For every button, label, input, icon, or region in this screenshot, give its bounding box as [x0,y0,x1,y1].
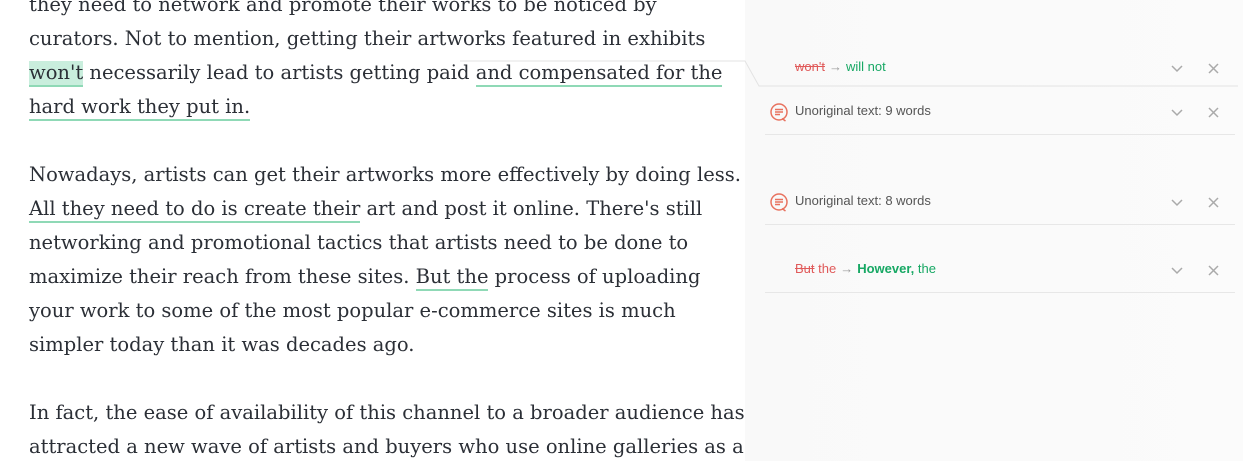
suggestion-card-however[interactable]: But the → However, the [765,248,1235,293]
original-word: won't [795,59,825,74]
text-line: simpler today than it was decades ago. [29,328,741,362]
close-icon[interactable] [1205,102,1223,122]
highlighted-phrase[interactable]: hard work they put in. [29,95,251,121]
text-segment: curators. Not to mention, getting their … [29,27,706,50]
text-segment: simpler today than it was decades ago. [29,333,415,356]
text-segment: In fact, the ease of availability of thi… [29,401,745,424]
suggestion-text: But the → However, the [795,261,936,276]
highlighted-phrase[interactable]: But the [415,265,489,291]
close-icon[interactable] [1205,192,1223,212]
chevron-down-icon[interactable] [1167,260,1187,280]
text-line: attracted a new wave of artists and buye… [29,430,745,464]
arrow-icon: → [828,59,842,74]
paragraph[interactable]: they need to network and promote their w… [29,0,723,124]
text-line: they need to network and promote their w… [29,0,722,22]
close-icon[interactable] [1205,260,1223,280]
text-segment: your work to some of the most popular e-… [29,299,676,322]
plagiarism-card-9-words[interactable]: Unoriginal text: 9 words [765,90,1235,135]
text-segment: Nowadays, artists can get their artworks… [29,163,741,186]
text-segment: art and post it online. There's still [360,197,703,220]
chevron-down-icon[interactable] [1167,102,1187,122]
paragraph[interactable]: Nowadays, artists can get their artworks… [29,158,741,362]
text-segment: maximize their reach from these sites. [29,265,416,288]
close-icon[interactable] [1205,58,1223,78]
text-line: curators. Not to mention, getting their … [29,22,722,56]
text-line: Nowadays, artists can get their artworks… [29,158,741,192]
replacement-word[interactable]: will not [846,59,886,74]
suggestions-sidebar: won't → will not Unoriginal text: 9 words … [728,0,1243,461]
paragraph[interactable]: In fact, the ease of availability of thi… [29,396,745,464]
suggestion-card-wont[interactable]: won't → will not [765,46,1235,90]
plagiarism-label: Unoriginal text: 8 words [795,193,931,208]
replacement-context: the [914,261,936,276]
text-line: In fact, the ease of availability of thi… [29,396,745,430]
text-line: your work to some of the most popular e-… [29,294,741,328]
text-line: won't necessarily lead to artists gettin… [29,56,723,90]
replacement-word[interactable]: However, [857,261,914,276]
text-segment: attracted a new wave of artists and buye… [29,435,744,458]
chevron-down-icon[interactable] [1167,58,1187,78]
text-segment: networking and promotional tactics that … [29,231,689,254]
selected-highlight[interactable]: won't [29,61,84,87]
plagiarism-label: Unoriginal text: 9 words [795,103,931,118]
highlighted-phrase[interactable]: and compensated for the [475,61,723,87]
original-context: the [814,261,837,276]
text-line: All they need to do is create their art … [29,192,741,226]
text-line: hard work they put in. [29,90,722,124]
text-segment: process of uploading [488,265,701,288]
text-segment: necessarily lead to artists getting paid [83,61,476,84]
chevron-down-icon[interactable] [1167,192,1187,212]
plagiarism-icon [770,103,788,122]
text-segment: they need to network and promote their w… [29,0,657,16]
text-line: networking and promotional tactics that … [29,226,741,260]
suggestion-text: won't → will not [795,59,886,74]
original-word: But [795,261,815,276]
highlighted-phrase[interactable]: All they need to do is create their [29,197,361,223]
plagiarism-card-8-words[interactable]: Unoriginal text: 8 words [765,180,1235,225]
plagiarism-icon [770,193,788,212]
arrow-icon: → [840,261,854,276]
document-editor[interactable]: they need to network and promote their w… [0,0,745,461]
text-line: maximize their reach from these sites. B… [29,260,741,294]
